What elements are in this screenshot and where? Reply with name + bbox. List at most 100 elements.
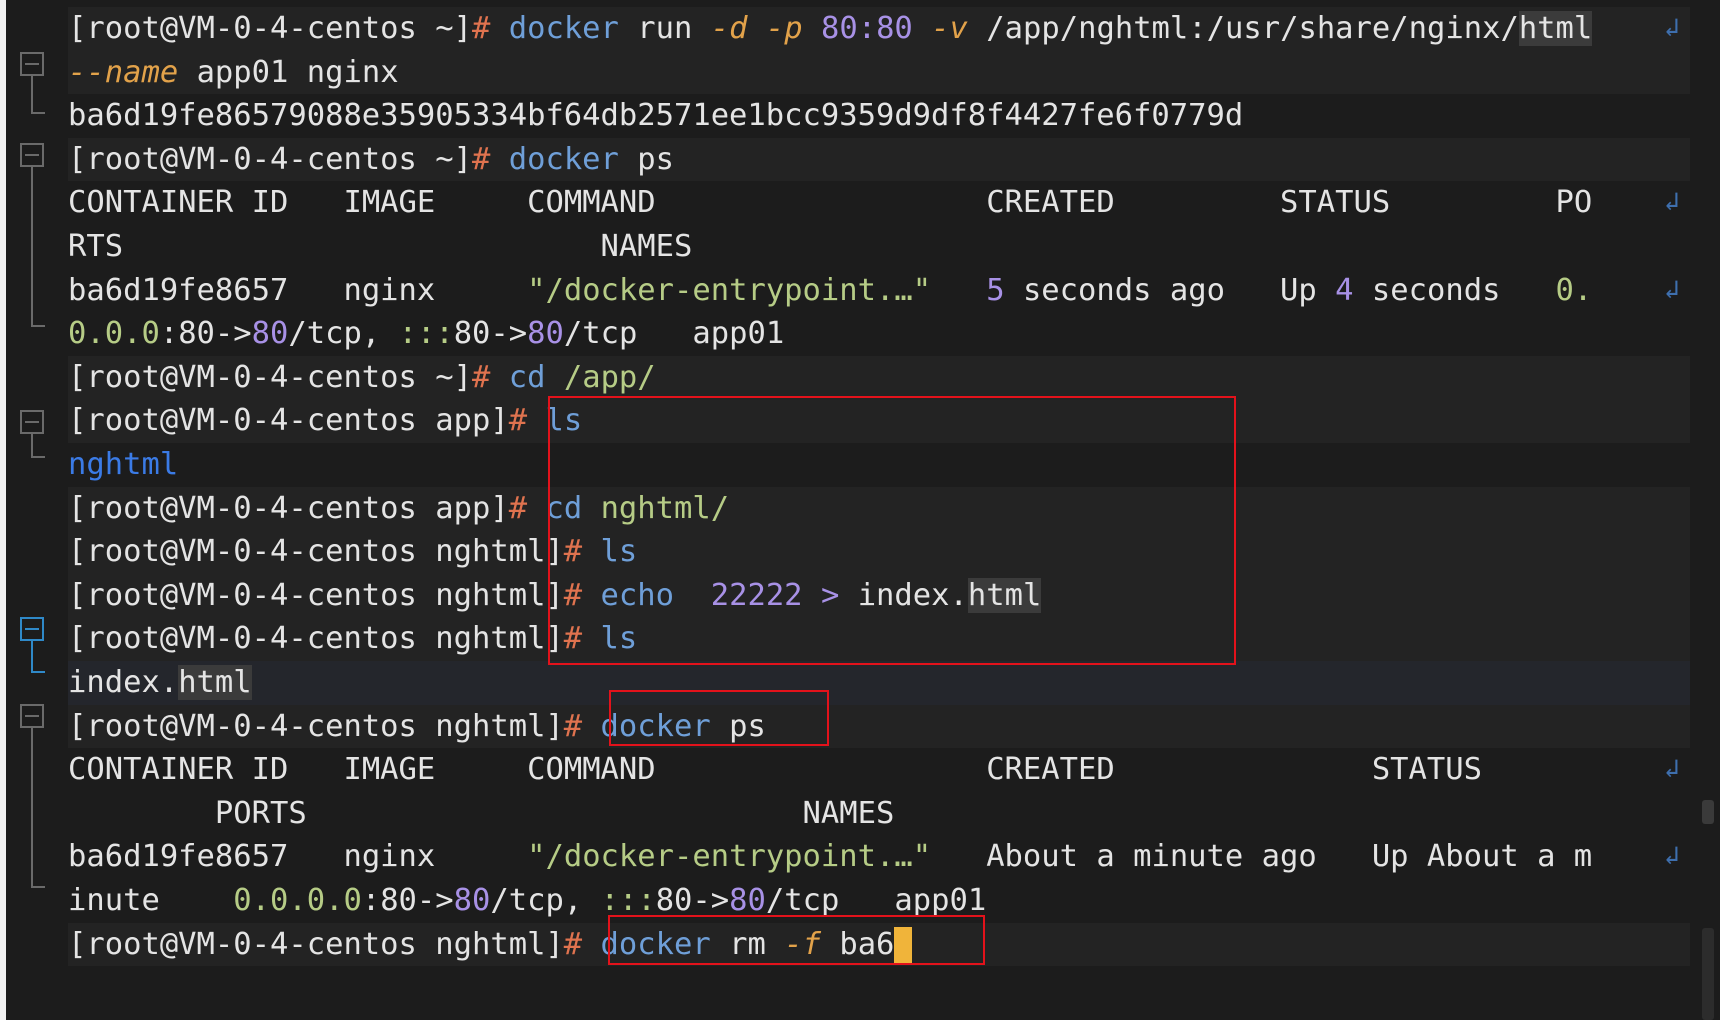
filename: index. — [68, 665, 179, 700]
number: 80 — [453, 883, 491, 918]
fold-line — [31, 434, 33, 456]
terminal-line: --name app01 nginx — [68, 50, 1690, 95]
column-header: COMMAND — [527, 185, 656, 221]
prompt: [root@VM-0-4-centos nghtml] — [68, 534, 564, 570]
terminal-line: index.html — [68, 661, 1690, 705]
table-header-line: CONTAINER ID IMAGE COMMAND CREATED STATU… — [68, 181, 1690, 225]
table-header-line: CONTAINER ID IMAGE COMMAND CREATED STATU… — [68, 748, 1690, 792]
prompt: [root@VM-0-4-centos app] — [68, 490, 509, 526]
column-header: STATUS — [1371, 752, 1482, 788]
ports-cell: :80-> — [159, 316, 252, 352]
command: docker — [508, 141, 619, 177]
prompt: [root@VM-0-4-centos ~] — [68, 359, 472, 395]
column-header: STATUS — [1280, 185, 1391, 221]
number: 80 — [729, 883, 766, 918]
flag: --name — [68, 54, 179, 90]
terminal-line: [root@VM-0-4-centos ~]# docker ps — [68, 137, 1690, 182]
column-header: IMAGE — [343, 752, 436, 788]
terminal-line: [root@VM-0-4-centos ~]# docker run -d -p… — [68, 7, 1690, 51]
status-cell: Up — [1280, 272, 1317, 308]
fold-end — [31, 325, 45, 327]
fold-line — [31, 728, 33, 886]
ports-cell: /tcp — [765, 883, 840, 918]
wrap-arrow-icon: ↲ — [1664, 754, 1680, 785]
names-cell: app01 — [894, 883, 987, 918]
ports-cell: 0. — [1555, 272, 1593, 308]
prompt: [root@VM-0-4-centos ~] — [68, 11, 472, 46]
port-mapping: 80:80 — [820, 11, 913, 46]
fold-end — [31, 886, 45, 888]
fold-toggle-icon[interactable] — [20, 704, 44, 728]
argument: /app/ — [563, 359, 656, 395]
fold-toggle-icon[interactable] — [20, 410, 44, 434]
prompt-hash: # — [471, 359, 491, 395]
fold-line — [31, 167, 33, 325]
argument: app01 nginx — [196, 54, 399, 90]
ports-cell: 0.0.0 — [68, 316, 160, 352]
number: 5 — [986, 272, 1005, 308]
column-header: CONTAINER ID — [68, 752, 289, 788]
command: docker — [508, 11, 619, 46]
scrollbar-thumb[interactable] — [1702, 800, 1714, 824]
table-row: ba6d19fe8657 nginx "/docker-entrypoint.…… — [68, 835, 1690, 879]
highlight-box-docker-ps — [609, 690, 829, 746]
created-cell: About a minute ago — [986, 839, 1317, 875]
ports-cell: /tcp — [563, 316, 638, 352]
ports-cell: /tcp, — [288, 316, 381, 352]
container-id: ba6d19fe8657 — [68, 272, 289, 308]
table-header-line: PORTS NAMES — [68, 792, 1690, 836]
command: cd — [508, 359, 546, 395]
fold-line — [31, 641, 33, 671]
image: nginx — [343, 839, 436, 875]
image: nginx — [343, 272, 436, 308]
prompt-hash: # — [563, 926, 583, 962]
names-cell: app01 — [692, 316, 785, 352]
ports-cell: ::: — [398, 316, 454, 352]
highlight-box-ls-echo — [548, 396, 1236, 665]
prompt: [root@VM-0-4-centos nghtml] — [68, 621, 564, 657]
column-header: PO — [1555, 185, 1593, 221]
column-header: NAMES — [802, 795, 895, 831]
prompt-hash: # — [471, 11, 491, 46]
ports-cell: /tcp, — [490, 883, 583, 918]
wrap-arrow-icon: ↲ — [1664, 841, 1680, 872]
subcommand: run — [637, 11, 693, 46]
container-id: ba6d19fe8657 — [68, 839, 289, 875]
terminal-window[interactable]: [root@VM-0-4-centos ~]# docker run -d -p… — [0, 0, 1720, 1020]
ports-cell: :80-> — [361, 883, 454, 918]
number: 4 — [1335, 272, 1354, 308]
prompt: [root@VM-0-4-centos app] — [68, 403, 509, 439]
column-header: NAMES — [600, 229, 693, 264]
prompt-hash: # — [563, 708, 583, 744]
wrap-arrow-icon: ↲ — [1664, 274, 1680, 305]
column-header: RTS — [68, 229, 124, 264]
volume-path: /app/nghtml:/usr/share/nginx/ — [986, 11, 1519, 46]
terminal-line: [root@VM-0-4-centos nghtml]# docker ps — [68, 704, 1690, 749]
status-cell: inute — [68, 883, 160, 918]
fold-end — [31, 456, 45, 458]
fold-toggle-icon[interactable] — [20, 617, 44, 641]
flag: -d — [710, 11, 748, 46]
prompt-hash: # — [508, 403, 528, 439]
terminal-line: ba6d19fe86579088e35905334bf64db2571ee1bc… — [68, 94, 1690, 138]
scrollbar-thumb[interactable] — [1702, 928, 1714, 1020]
command-cell: "/docker-entrypoint.…" — [527, 839, 932, 875]
flag: -p — [765, 11, 803, 46]
column-header: IMAGE — [343, 185, 436, 221]
command-cell: "/docker-entrypoint.…" — [527, 272, 932, 308]
flag: -v — [931, 11, 968, 46]
column-header: CREATED — [986, 185, 1115, 221]
directory-entry: nghtml — [68, 447, 179, 482]
prompt: [root@VM-0-4-centos nghtml] — [68, 577, 564, 613]
terminal-line: [root@VM-0-4-centos ~]# cd /app/ — [68, 355, 1690, 400]
scrollbar-track[interactable] — [1694, 0, 1720, 1020]
table-row: 0.0.0:80->80/tcp, :::80->80/tcp app01 — [68, 312, 1690, 356]
created-cell: seconds ago — [1022, 272, 1225, 308]
ports-cell: 0.0.0.0 — [233, 883, 362, 918]
prompt: [root@VM-0-4-centos nghtml] — [68, 926, 564, 962]
fold-end — [31, 112, 45, 114]
highlighted-word: html — [1518, 11, 1593, 46]
fold-toggle-icon[interactable] — [20, 52, 44, 76]
column-header: PORTS — [214, 795, 307, 831]
fold-toggle-icon[interactable] — [20, 143, 44, 167]
